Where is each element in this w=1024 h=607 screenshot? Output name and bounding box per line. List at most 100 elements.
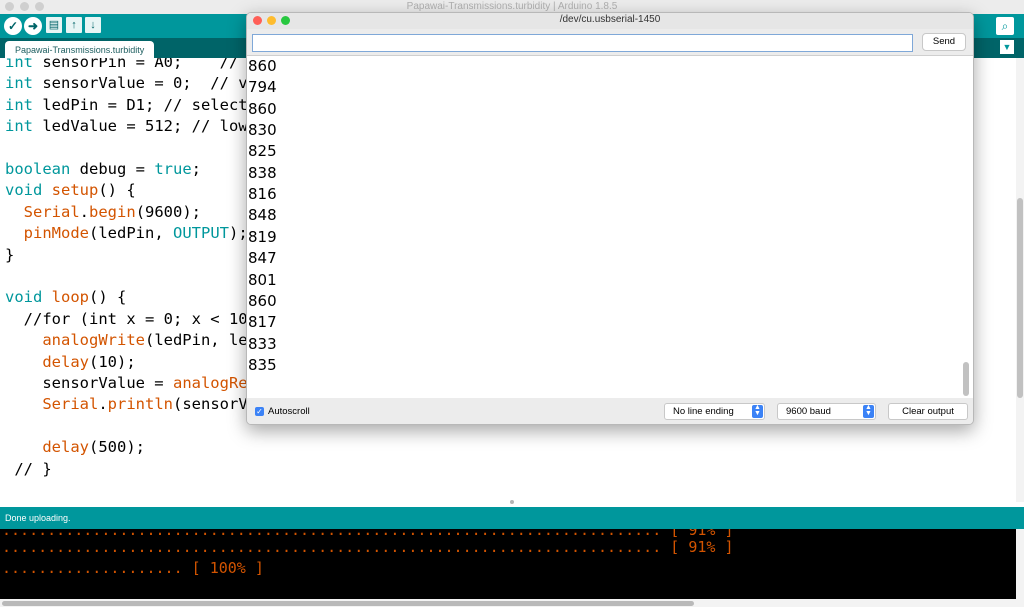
serial-output-line: 860 [248,57,277,75]
code-token: (10); [89,352,136,371]
code-token: println [107,395,173,414]
code-token: delay [42,438,89,457]
magnifier-icon: ⌕ [1001,19,1009,33]
baud-rate-value: 9600 baud [786,406,831,417]
serial-output-scroll-thumb[interactable] [963,362,969,396]
verify-button[interactable]: ✓ [4,17,22,35]
code-token: true [154,160,192,178]
check-icon: ✓ [7,19,19,33]
code-token: (500); [89,438,145,457]
code-token: delay [42,352,89,371]
status-bar: Done uploading. [0,507,1024,529]
serial-monitor-button[interactable]: ⌕ [996,17,1014,35]
code-token: //for (int x = 0; x < 10 [5,309,248,328]
serial-output-line: 848 [248,206,277,225]
code-line: int sensorValue = 0; // v [5,74,248,92]
checkmark-icon: ✓ [256,407,263,416]
serial-output-line: 833 [248,334,277,353]
clear-output-button[interactable]: Clear output [888,403,968,420]
code-token: setup [51,181,99,200]
serial-output-line: 835 [248,355,277,374]
chevron-down-icon: ▼ [1002,42,1012,52]
save-button[interactable]: ↓ [85,17,101,33]
code-token: . [79,202,90,221]
serial-monitor-window: /dev/cu.usbserial-1450 Send 860 794 860 830… [246,12,974,425]
serial-output-line: 847 [248,249,277,268]
code-token: (9600); [135,202,202,221]
serial-output-line: 817 [248,313,277,332]
select-arrows-icon: ▲ ▼ [863,404,874,418]
code-token: ledValue = 512; // low [33,117,248,136]
serial-output-line: 819 [248,227,277,246]
select-arrows-icon: ▲ ▼ [752,404,763,418]
serial-monitor-title: /dev/cu.usbserial-1450 [559,14,661,25]
serial-monitor-titlebar: /dev/cu.usbserial-1450 [247,13,973,29]
serial-output[interactable]: 860 794 860 830 825 838 816 848 819 847 801 860 817 8… [247,55,973,398]
line-ending-select[interactable]: No line ending ▲ ▼ [664,403,765,420]
code-token: boolean [5,160,71,178]
code-line: boolean debug = true; [5,160,201,178]
serial-monitor-footer: ✓ Autoscroll No line ending ▲ ▼ 9600 baud… [247,398,973,424]
serial-input[interactable] [252,34,913,52]
autoscroll-label: Autoscroll [268,406,310,417]
tab-menu-button[interactable]: ▼ [1000,40,1014,54]
console-line: ........................................… [2,538,734,556]
code-token: Serial [42,395,99,414]
code-token: OUTPUT [173,224,229,243]
code-line: void loop() { [5,288,126,306]
code-line: sensorValue = analogRe [5,374,248,392]
code-token: analogWrite [42,331,145,350]
code-token: begin [89,202,136,221]
console-output: ........................................… [0,529,1024,599]
code-token: ); [229,224,248,243]
serial-output-line: 801 [248,270,277,289]
serial-output-line: 830 [248,121,277,140]
code-line: // } [5,460,51,478]
code-token: sensorValue = 0; // v [33,74,248,93]
code-line: int ledValue = 512; // low [5,117,248,135]
open-arrow-up-icon: ↑ [71,19,77,31]
code-token: int [5,117,33,136]
code-line: pinMode(ledPin, OUTPUT); [5,224,248,242]
code-token: loop [51,288,89,307]
serial-output-line: 794 [248,78,277,97]
tab-sketch[interactable]: Papawai-Transmissions.turbidity [5,41,155,58]
code-line: Serial.begin(9600); [5,203,201,221]
autoscroll-checkbox[interactable]: ✓ [255,407,264,416]
pane-divider-handle[interactable] [510,500,514,504]
code-line: int ledPin = D1; // select [5,96,248,114]
baud-rate-select[interactable]: 9600 baud ▲ ▼ [777,403,876,420]
send-button[interactable]: Send [922,33,966,51]
status-text: Done uploading. [5,513,71,523]
new-file-icon: ▤ [48,19,60,31]
serial-output-line: 825 [248,142,277,161]
open-button[interactable]: ↑ [66,17,82,33]
new-button[interactable]: ▤ [46,17,62,33]
code-token: () { [89,288,127,307]
code-line: delay(500); [5,438,145,456]
code-token: sensorValue = [5,374,173,392]
code-token: sensorPin = A0; // [33,58,239,71]
serial-output-line: 816 [248,185,277,204]
serial-output-line: 860 [248,99,277,118]
code-token: Serial [23,202,80,221]
line-ending-value: No line ending [673,406,734,417]
code-line: //for (int x = 0; x < 10 [5,310,248,328]
console-horizontal-scroll-thumb[interactable] [2,601,694,606]
code-token: debug = [70,160,155,178]
code-token: void [5,288,43,307]
serial-output-line: 860 [248,291,277,310]
code-token: (ledPin, le [144,331,248,350]
console-scrollbar[interactable] [1016,529,1024,599]
code-token: analogRe [172,374,248,392]
code-token: int [5,74,33,93]
code-line: int sensorPin = A0; // [5,58,238,71]
upload-button[interactable]: ➜ [24,17,42,35]
editor-scroll-thumb[interactable] [1017,198,1023,398]
code-token: int [5,58,33,71]
code-line: analogWrite(ledPin, le [5,331,248,350]
